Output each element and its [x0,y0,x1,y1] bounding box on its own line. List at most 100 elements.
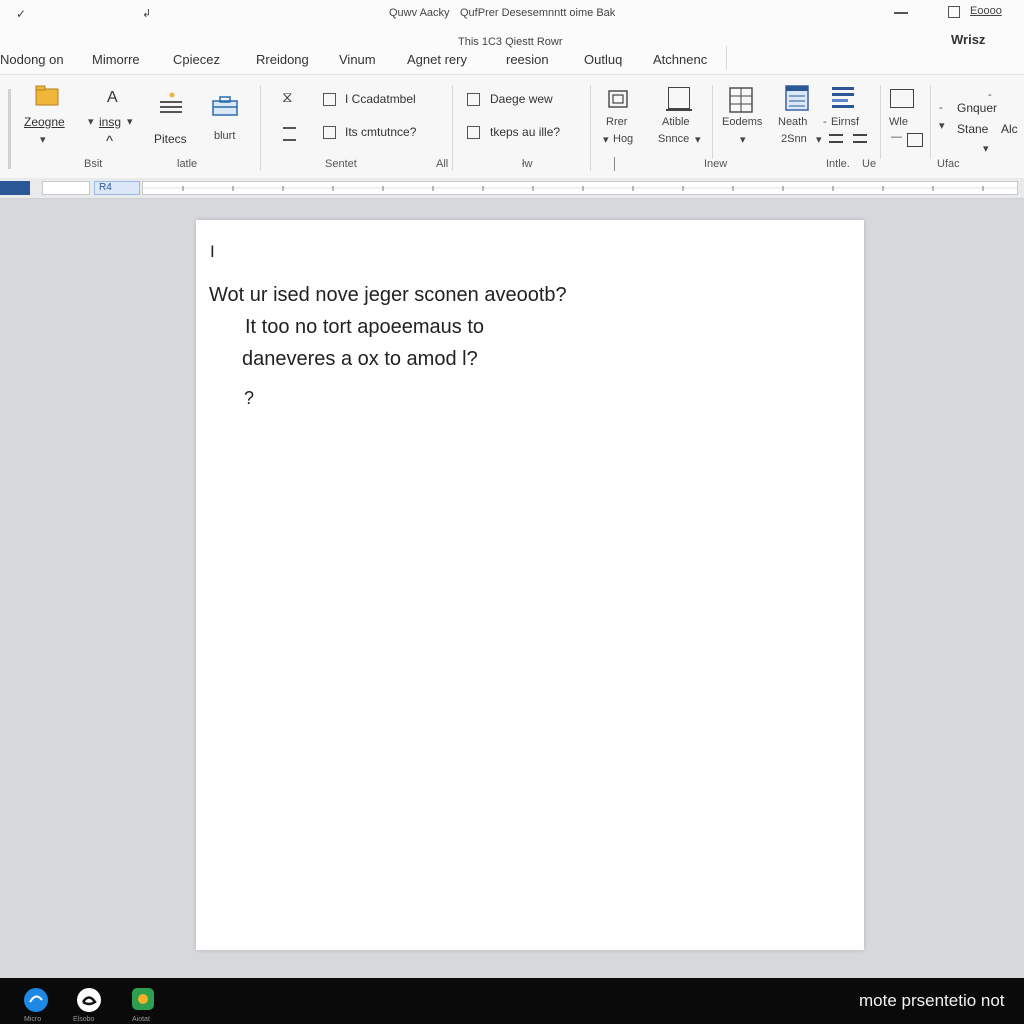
menu-item-agnet[interactable]: Agnet rery [407,52,467,67]
align-right-icon[interactable] [853,134,867,143]
menu-bar: This 1C3 Qiestt Rowr Nodong on Mimorre C… [0,28,1024,74]
gnquer-button[interactable]: Gnquer [957,101,997,115]
wie-box-icon[interactable] [907,133,923,147]
square-icon[interactable] [668,87,690,109]
neath-button[interactable]: Neath [778,116,807,128]
checkmark-icon[interactable]: ✓ [16,7,26,21]
image-frame-icon[interactable] [607,89,631,111]
table-icon[interactable] [729,87,753,113]
document-line-2[interactable]: It too no tort apoeemaus to [245,316,484,339]
zeogne-dropdown-icon[interactable]: ▾ [40,133,46,146]
menu-item-outluq[interactable]: Outluq [584,52,622,67]
ribbon-tick [614,157,615,171]
minimize-icon[interactable] [894,12,908,14]
ruler-tab-marker[interactable] [0,181,30,195]
document-line-4[interactable]: ? [244,388,254,409]
list-icon[interactable] [283,127,296,141]
menu-item-rreidong[interactable]: Rreidong [256,52,309,67]
eodems-button[interactable]: Eodems [722,116,762,128]
atible-button[interactable]: Atible [662,116,690,128]
briefcase-icon[interactable] [210,95,240,119]
eirnsf-button[interactable]: Eirnsf [831,116,859,128]
hourglass-icon[interactable]: ⧖ [282,89,293,106]
menu-item-vinum[interactable]: Vinum [339,52,376,67]
menu-item-mimorre[interactable]: Mimorre [92,52,140,67]
menu-item-cpiecez[interactable]: Cpiecez [173,52,220,67]
wie-minus-icon: — [891,131,902,143]
zeogne-button[interactable]: Zeogne [24,115,65,129]
app-icon[interactable] [77,988,101,1012]
its-cmtnce-item[interactable]: Its cmtutnce? [345,125,416,139]
stane-left-icon: ▾ [939,120,945,132]
group-label-ufac: Ufac [937,158,960,170]
checkbox-icon[interactable] [467,93,480,106]
eodems-dropdown-icon[interactable]: ▾ [740,133,746,146]
undo-icon[interactable]: ↲ [142,7,151,20]
alc-button[interactable]: Alc [1001,122,1018,136]
folder-icon [34,83,60,107]
account-label[interactable]: Wrisz [951,32,985,47]
horizontal-ruler[interactable] [142,181,1018,195]
daege-wew-item[interactable]: Daege wew [490,92,553,106]
checkbox-icon[interactable] [323,93,336,106]
restore-icon[interactable] [948,6,960,18]
bar-lines-icon[interactable] [831,85,857,113]
photos-icon[interactable] [132,988,154,1010]
ribbon: Zeogne ▾ A ▾ insg ▾ ^ Bsit Pitecs blurt … [0,74,1024,180]
ccadatmbel-item[interactable]: I Ccadatmbel [345,92,416,106]
document-page[interactable]: I Wot ur ised nove jeger sconen aveootb?… [196,220,864,950]
menu-divider [726,46,727,70]
taskbar-label: Aiotat [132,1016,150,1023]
textbox-icon[interactable] [890,89,914,108]
ruler-left-box[interactable] [42,181,90,195]
stane-button[interactable]: Stane [957,122,988,136]
group-label-inew: Inew [704,158,728,170]
insg-dropdown-icon[interactable]: ▾ [127,115,133,128]
group-label-w: łw [522,158,533,170]
group-label-sentet: Sentet [325,158,357,170]
stane-dropdown-icon[interactable]: ▾ [983,142,989,155]
document-line-1[interactable]: Wot ur ised nove jeger sconen aveootb? [209,284,567,307]
menu-item-nodong[interactable]: Nodong on [0,52,64,67]
group-label-intle: Intle. [826,158,850,170]
rrer-dropdown-icon[interactable]: ▾ [603,133,609,146]
edge-icon[interactable] [24,988,48,1012]
chart-window-icon[interactable] [785,85,811,113]
align-icon[interactable] [829,134,843,143]
neath-dropdown-icon[interactable]: ▾ [816,133,822,146]
group-label-all: All [436,158,449,170]
window-right-mark[interactable]: Eoooo [970,5,1002,17]
checkbox-icon[interactable] [467,126,480,139]
caret-up-icon[interactable]: ^ [106,133,113,150]
ruler-selected-box[interactable]: R4 [94,181,140,195]
tkeps-item[interactable]: tkeps au ille? [490,125,560,139]
ribbon-separator [260,85,261,171]
document-subtitle: This 1C3 Qiestt Rowr [458,36,563,48]
ribbon-separator [880,85,881,159]
group-label-u: Ue [862,158,877,170]
atible-dropdown-icon[interactable]: ▾ [695,133,701,146]
text-a-icon[interactable]: A [107,89,118,107]
insg-button[interactable]: insg [99,115,121,129]
atible-sub-label: Snnce [658,133,690,145]
checkbox-icon[interactable] [323,126,336,139]
ribbon-separator [930,85,931,159]
taskbar: Micro Elsobo Aiotat mote prsentetio not [0,978,1024,1024]
menu-item-atchnenc[interactable]: Atchnenc [653,52,707,67]
pitecs-button[interactable]: Pitecs [154,132,187,146]
document-line-3[interactable]: daneveres a ox to amod l? [242,348,478,371]
align-lines-icon[interactable] [158,91,184,117]
rrer-button[interactable]: Rrer [606,116,627,128]
blurt-button[interactable]: blurt [214,130,235,142]
insg-left-arrow-icon: ▾ [88,116,94,128]
group-label-latle: latle [177,158,198,170]
text-cursor: I [210,242,215,261]
gnquer-left-icon: - [939,102,943,114]
menu-item-reesion[interactable]: reesion [506,52,549,67]
square-base-icon [666,109,692,111]
eirnsf-dropdown-icon[interactable]: - [823,116,827,128]
taskbar-label: Elsobo [73,1016,95,1023]
ribbon-edge [8,89,11,169]
wie-button[interactable]: Wle [889,116,908,128]
gnquer-top-tick: - [988,89,992,101]
